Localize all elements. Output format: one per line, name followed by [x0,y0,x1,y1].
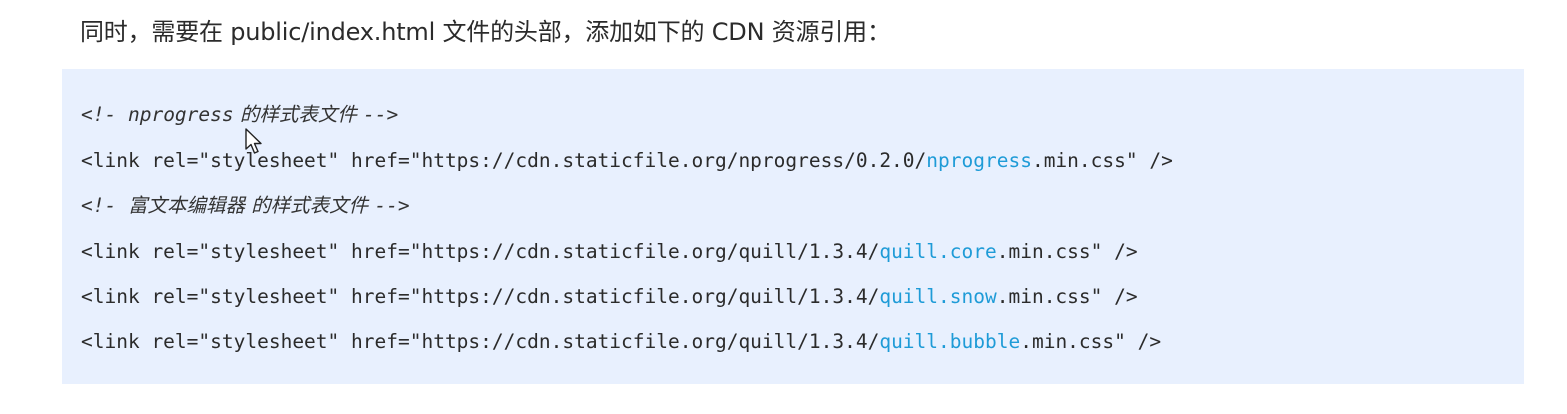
link-suffix: .min.css" /> [1031,149,1173,172]
link-suffix: .min.css" /> [1020,330,1162,353]
link-highlight: nprogress [926,149,1032,172]
code-line-link-quill-snow: <link rel="stylesheet" href="https://cdn… [81,283,1138,311]
comment-name: nprogress [127,103,234,126]
code-line-comment-editor: <!- 富文本编辑器 的样式表文件 --> [81,192,410,220]
link-prefix: <link rel="stylesheet" href="https://cdn… [81,149,927,172]
comment-description: 的样式表文件 [233,103,364,126]
comment-description: 富文本编辑器 的样式表文件 [127,194,375,217]
link-highlight: quill.bubble [879,330,1021,353]
intro-paragraph: 同时，需要在 public/index.html 文件的头部，添加如下的 CDN… [80,18,891,46]
link-prefix: <link rel="stylesheet" href="https://cdn… [81,330,880,353]
link-suffix: .min.css" /> [996,240,1138,263]
link-suffix: .min.css" /> [996,285,1138,308]
comment-close: --> [374,194,410,217]
mouse-pointer-icon [245,128,262,154]
link-prefix: <link rel="stylesheet" href="https://cdn… [81,285,880,308]
link-prefix: <link rel="stylesheet" href="https://cdn… [81,240,880,263]
comment-open: <!- [81,103,128,126]
comment-open: <!- [81,194,128,217]
comment-close: --> [363,103,399,126]
code-line-link-quill-core: <link rel="stylesheet" href="https://cdn… [81,238,1138,266]
code-line-link-quill-bubble: <link rel="stylesheet" href="https://cdn… [81,328,1161,356]
link-highlight: quill.snow [879,285,997,308]
code-block: <!- nprogress 的样式表文件 --> <link rel="styl… [62,69,1524,384]
link-highlight: quill.core [879,240,997,263]
code-line-comment-nprogress: <!- nprogress 的样式表文件 --> [81,101,398,129]
